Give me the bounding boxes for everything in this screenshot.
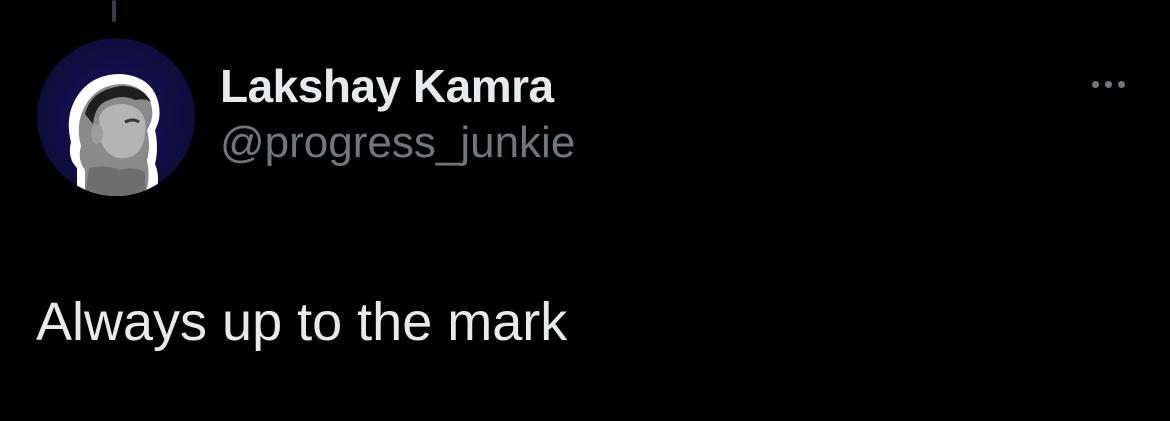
more-options-button[interactable]: [1076, 64, 1140, 104]
ellipsis-icon: [1104, 80, 1112, 88]
author-handle[interactable]: @progress_junkie: [220, 116, 575, 170]
ellipsis-icon: [1117, 80, 1125, 88]
tweet-header: Lakshay Kamra @progress_junkie: [220, 58, 575, 170]
profile-photo-icon: [37, 38, 195, 196]
ellipsis-icon: [1091, 80, 1099, 88]
tweet-text: Always up to the mark: [36, 292, 568, 352]
thread-connector-line: [112, 0, 116, 22]
author-display-name[interactable]: Lakshay Kamra: [220, 58, 575, 114]
avatar[interactable]: [37, 38, 195, 196]
